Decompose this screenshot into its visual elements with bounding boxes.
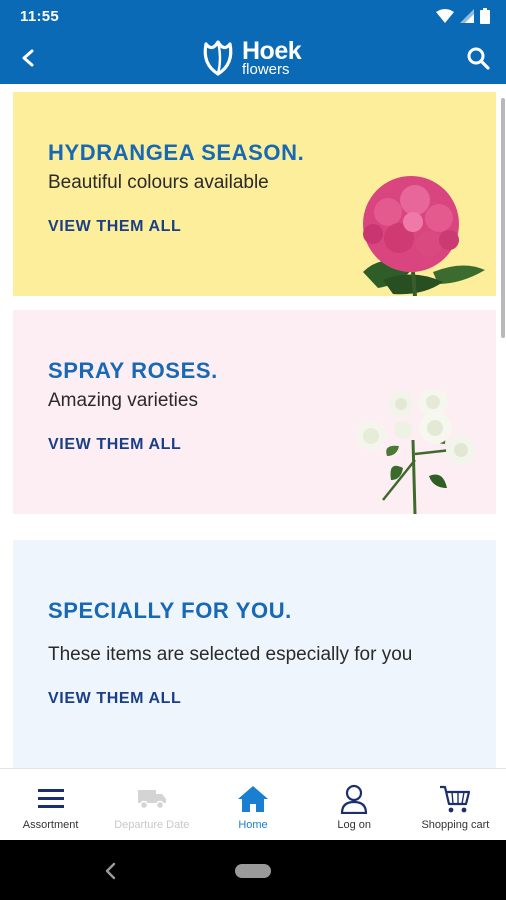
home-content[interactable]: HYDRANGEA SEASON. Beautiful colours avai… [0, 84, 506, 768]
nav-label: Shopping cart [421, 819, 490, 831]
bottom-nav: Assortment Departure Date Home Log on Sh… [0, 768, 506, 840]
nav-shopping-cart[interactable]: Shopping cart [405, 769, 506, 840]
search-button[interactable] [462, 42, 494, 74]
home-icon [237, 783, 269, 815]
cart-icon [439, 783, 471, 815]
status-icons [436, 8, 490, 24]
nav-label: Assortment [22, 819, 79, 831]
back-button[interactable] [14, 44, 42, 72]
nav-home[interactable]: Home [202, 769, 303, 840]
hydrangea-image [363, 176, 485, 296]
search-icon [467, 47, 490, 70]
wifi-icon [436, 9, 454, 23]
specially-for-you-banner[interactable]: SPECIALLY FOR YOU. These items are selec… [13, 540, 496, 768]
nav-departure-date[interactable]: Departure Date [101, 769, 202, 840]
nav-log-on[interactable]: Log on [304, 769, 405, 840]
logo-text: Hoek flowers [242, 39, 302, 78]
scrollbar[interactable] [501, 98, 505, 338]
nav-assortment[interactable]: Assortment [0, 769, 101, 840]
banner-title: HYDRANGEA SEASON. [48, 140, 305, 165]
spray-roses-banner[interactable]: SPRAY ROSES. Amazing varieties VIEW THEM… [13, 310, 496, 514]
tulip-logo-icon [203, 40, 233, 76]
status-time: 11:55 [20, 7, 60, 25]
banner-subtitle: Amazing varieties [48, 390, 198, 411]
user-icon [338, 783, 370, 815]
spray-roses-image [356, 390, 476, 514]
banner-title: SPRAY ROSES. [48, 358, 218, 383]
system-nav-bar [0, 840, 506, 900]
logo-sub: flowers [242, 61, 290, 78]
hydrangea-banner[interactable]: HYDRANGEA SEASON. Beautiful colours avai… [13, 92, 496, 296]
truck-icon [136, 783, 168, 815]
system-home-pill[interactable] [235, 864, 271, 878]
nav-label: Departure Date [114, 819, 190, 831]
app-bar: Hoek flowers [0, 32, 506, 84]
nav-label: Home [238, 819, 268, 831]
banner-subtitle: These items are selected especially for … [48, 644, 413, 665]
view-all-link[interactable]: VIEW THEM ALL [48, 690, 181, 708]
signal-icon [460, 9, 474, 23]
chevron-left-icon [22, 49, 34, 67]
nav-label: Log on [337, 819, 372, 831]
view-all-link[interactable]: VIEW THEM ALL [48, 436, 181, 454]
status-bar: 11:55 [0, 0, 506, 32]
banner-subtitle: Beautiful colours available [48, 172, 269, 193]
system-back-icon[interactable] [102, 860, 120, 882]
menu-icon [35, 783, 67, 815]
banner-title: SPECIALLY FOR YOU. [48, 598, 292, 623]
battery-icon [480, 8, 490, 24]
view-all-link[interactable]: VIEW THEM ALL [48, 218, 181, 236]
hoek-flowers-logo: Hoek flowers [198, 37, 302, 79]
